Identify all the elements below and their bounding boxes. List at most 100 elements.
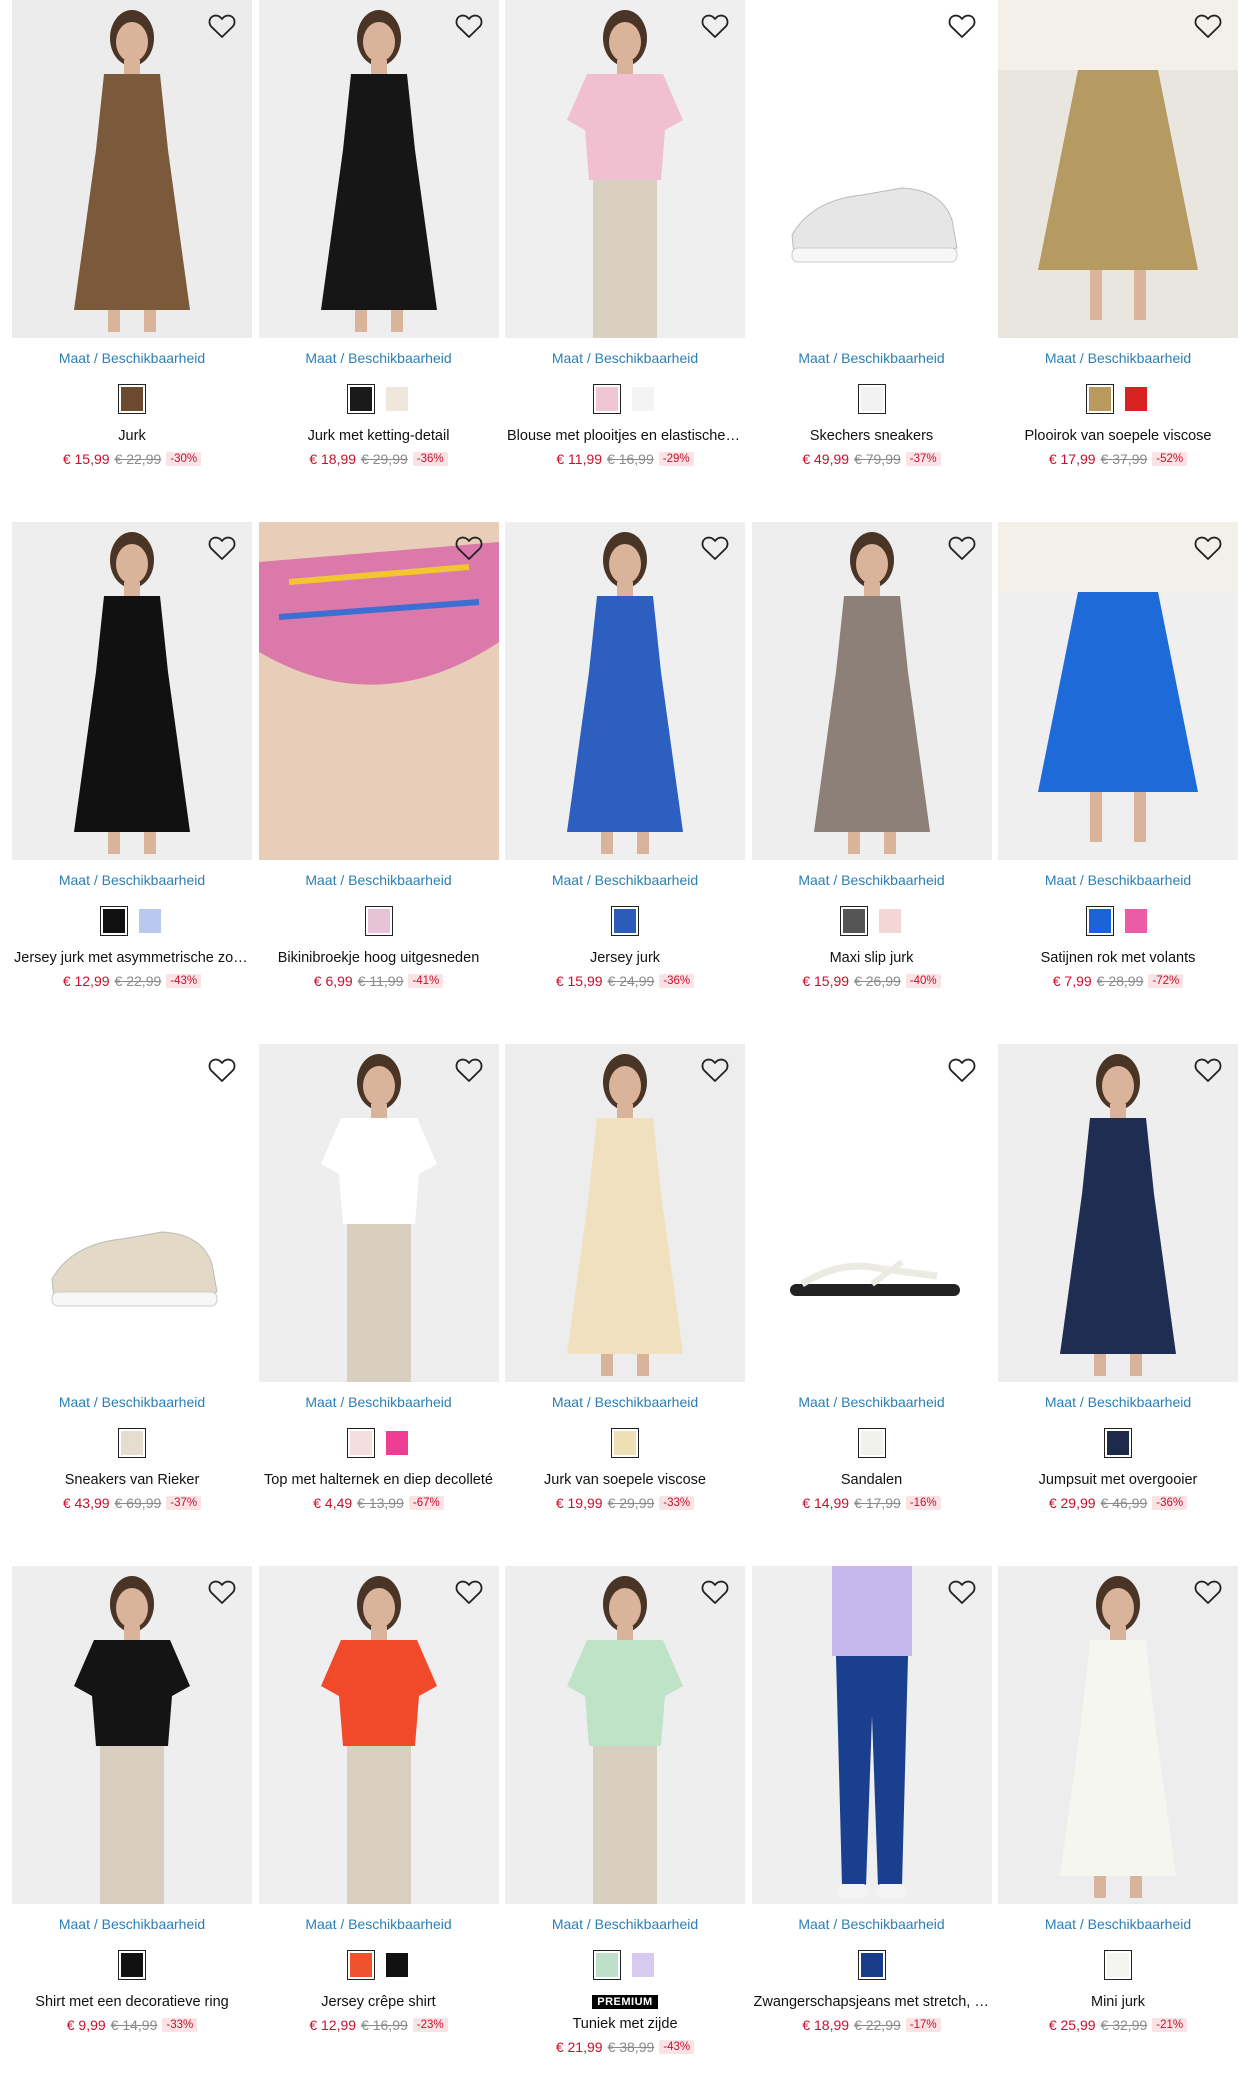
color-swatch[interactable] [839, 906, 868, 936]
product-card[interactable]: Maat / Beschikbaarheid PREMIUM Tuniek met … [505, 1566, 745, 2088]
product-title[interactable]: Jumpsuit met overgooier [998, 1472, 1238, 1490]
color-swatch[interactable] [1086, 384, 1114, 414]
product-title[interactable]: Jersey crêpe shirt [259, 1994, 499, 2012]
product-image[interactable] [751, 522, 992, 860]
product-card[interactable]: Maat / Beschikbaarheid Mini jurk € 25,99 € … [998, 1566, 1238, 2088]
product-image[interactable] [505, 0, 745, 338]
product-card[interactable]: Maat / Beschikbaarheid Maxi slip jurk € 15… [751, 522, 992, 1044]
favorite-button[interactable] [699, 10, 731, 42]
product-card[interactable]: Maat / Beschikbaarheid Sneakers van Rieke… [12, 1044, 252, 1566]
size-availability-link[interactable]: Maat / Beschikbaarheid [998, 872, 1238, 890]
color-swatch[interactable] [383, 1428, 411, 1458]
size-availability-link[interactable]: Maat / Beschikbaarheid [259, 350, 499, 368]
product-title[interactable]: Jurk van soepele viscose [505, 1472, 745, 1490]
color-swatch[interactable] [1122, 384, 1150, 414]
color-swatch[interactable] [857, 384, 886, 414]
product-card[interactable]: Maat / Beschikbaarheid Plooirok van soepe… [998, 0, 1238, 522]
product-title[interactable]: Jersey jurk [505, 950, 745, 968]
product-card[interactable]: Maat / Beschikbaarheid Jurk van soepele v… [505, 1044, 745, 1566]
favorite-button[interactable] [699, 532, 731, 564]
product-title[interactable]: Sneakers van Rieker [12, 1472, 252, 1490]
color-swatch[interactable] [1104, 1428, 1132, 1458]
product-card[interactable]: Maat / Beschikbaarheid Jersey jurk met as… [12, 522, 252, 1044]
favorite-button[interactable] [946, 1054, 978, 1086]
favorite-button[interactable] [1192, 10, 1224, 42]
favorite-button[interactable] [946, 532, 978, 564]
color-swatch[interactable] [857, 1950, 886, 1980]
size-availability-link[interactable]: Maat / Beschikbaarheid [12, 1916, 252, 1934]
product-title[interactable]: Satijnen rok met volants [998, 950, 1238, 968]
size-availability-link[interactable]: Maat / Beschikbaarheid [12, 872, 252, 890]
color-swatch[interactable] [346, 1950, 375, 1980]
product-card[interactable]: Maat / Beschikbaarheid Satijnen rok met v… [998, 522, 1238, 1044]
color-swatch[interactable] [118, 384, 146, 414]
size-availability-link[interactable]: Maat / Beschikbaarheid [505, 350, 745, 368]
product-image[interactable] [998, 1044, 1238, 1382]
product-title[interactable]: Tuniek met zijde [505, 2016, 745, 2034]
color-swatch[interactable] [593, 1950, 621, 1980]
color-swatch[interactable] [118, 1950, 146, 1980]
size-availability-link[interactable]: Maat / Beschikbaarheid [505, 1916, 745, 1934]
color-swatch[interactable] [593, 384, 621, 414]
product-title[interactable]: Mini jurk [998, 1994, 1238, 2012]
product-title[interactable]: Sandalen [752, 1472, 992, 1490]
product-image[interactable] [505, 522, 745, 860]
product-card[interactable]: Maat / Beschikbaarheid Jurk € 15,99 € 22,99… [12, 0, 252, 522]
product-card[interactable]: Maat / Beschikbaarheid Jurk met ketting-d… [258, 0, 499, 522]
product-card[interactable]: Maat / Beschikbaarheid Jersey jurk € 15,99… [505, 522, 745, 1044]
size-availability-link[interactable]: Maat / Beschikbaarheid [505, 872, 745, 890]
size-availability-link[interactable]: Maat / Beschikbaarheid [752, 1394, 992, 1412]
favorite-button[interactable] [453, 1576, 485, 1608]
product-title[interactable]: Shirt met een decoratieve ring [12, 1994, 252, 2012]
product-image[interactable] [258, 522, 499, 860]
product-card[interactable]: Maat / Beschikbaarheid Jersey crêpe shirt… [258, 1566, 499, 2088]
color-swatch[interactable] [100, 906, 128, 936]
color-swatch[interactable] [1086, 906, 1114, 936]
color-swatch[interactable] [364, 906, 393, 936]
favorite-button[interactable] [453, 1054, 485, 1086]
size-availability-link[interactable]: Maat / Beschikbaarheid [998, 1916, 1238, 1934]
size-availability-link[interactable]: Maat / Beschikbaarheid [12, 350, 252, 368]
favorite-button[interactable] [699, 1054, 731, 1086]
size-availability-link[interactable]: Maat / Beschikbaarheid [998, 350, 1238, 368]
size-availability-link[interactable]: Maat / Beschikbaarheid [752, 1916, 992, 1934]
product-image[interactable] [751, 1566, 992, 1904]
product-card[interactable]: Maat / Beschikbaarheid Skechers sneakers €… [751, 0, 992, 522]
product-image[interactable] [751, 0, 992, 338]
favorite-button[interactable] [946, 10, 978, 42]
product-card[interactable]: Maat / Beschikbaarheid Jumpsuit met overg… [998, 1044, 1238, 1566]
color-swatch[interactable] [611, 1428, 639, 1458]
product-card[interactable]: Maat / Beschikbaarheid Zwangerschapsjeans… [751, 1566, 992, 2088]
favorite-button[interactable] [453, 532, 485, 564]
product-image[interactable] [505, 1044, 745, 1382]
favorite-button[interactable] [946, 1576, 978, 1608]
product-card[interactable]: Maat / Beschikbaarheid Top met halternek … [258, 1044, 499, 1566]
favorite-button[interactable] [1192, 1054, 1224, 1086]
size-availability-link[interactable]: Maat / Beschikbaarheid [259, 1916, 499, 1934]
favorite-button[interactable] [453, 10, 485, 42]
product-title[interactable]: Jersey jurk met asymmetrische zoo… [12, 950, 252, 968]
product-image[interactable] [998, 522, 1238, 860]
size-availability-link[interactable]: Maat / Beschikbaarheid [752, 872, 992, 890]
product-card[interactable]: Maat / Beschikbaarheid Sandalen € 14,99 € 1… [751, 1044, 992, 1566]
product-title[interactable]: Jurk met ketting-detail [259, 428, 499, 446]
product-title[interactable]: Blouse met plooitjes en elastische … [505, 428, 745, 446]
color-swatch[interactable] [383, 384, 411, 414]
color-swatch[interactable] [876, 906, 904, 936]
favorite-button[interactable] [699, 1576, 731, 1608]
color-swatch[interactable] [383, 1950, 411, 1980]
product-image[interactable] [12, 0, 252, 338]
color-swatch[interactable] [629, 1950, 657, 1980]
product-title[interactable]: Plooirok van soepele viscose [998, 428, 1238, 446]
product-card[interactable]: Maat / Beschikbaarheid Blouse met plooitj… [505, 0, 745, 522]
product-card[interactable]: Maat / Beschikbaarheid Bikinibroekje hoog… [258, 522, 499, 1044]
product-image[interactable] [12, 1044, 252, 1382]
product-title[interactable]: Skechers sneakers [752, 428, 992, 446]
size-availability-link[interactable]: Maat / Beschikbaarheid [259, 872, 499, 890]
product-image[interactable] [12, 1566, 252, 1904]
favorite-button[interactable] [1192, 532, 1224, 564]
product-image[interactable] [998, 1566, 1238, 1904]
product-image[interactable] [12, 522, 252, 860]
product-image[interactable] [258, 1566, 499, 1904]
product-image[interactable] [998, 0, 1238, 338]
